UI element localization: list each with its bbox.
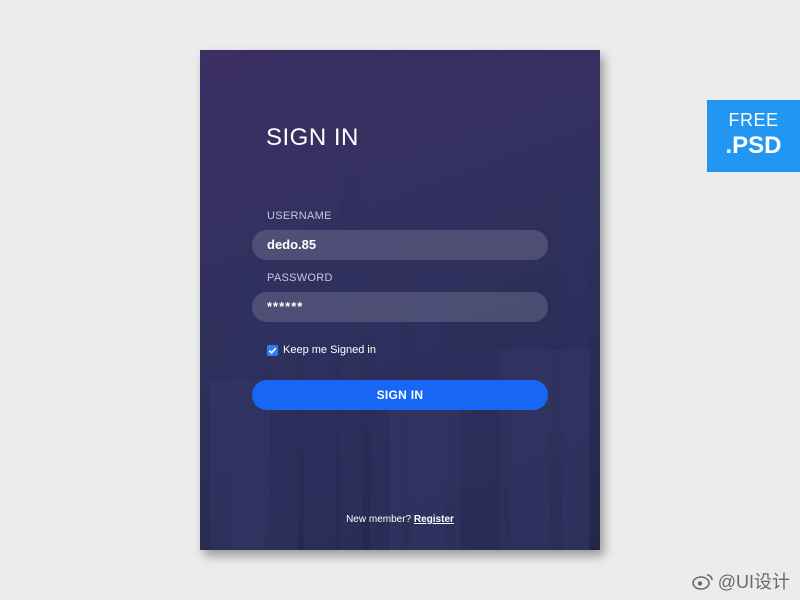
- keep-signed-in-checkbox[interactable]: [267, 344, 278, 356]
- badge-line-free: FREE: [728, 110, 779, 130]
- new-member-text: New member?: [346, 514, 412, 525]
- sign-in-button[interactable]: SIGN IN: [252, 380, 548, 410]
- keep-signed-in-label: Keep me Signed in: [283, 344, 376, 356]
- checkmark-icon: [268, 347, 277, 354]
- password-label: PASSWORD: [267, 272, 333, 284]
- username-input[interactable]: dedo.85: [252, 230, 548, 260]
- page-title: SIGN IN: [266, 124, 359, 151]
- weibo-icon: [691, 574, 713, 590]
- register-link[interactable]: Register: [414, 514, 454, 525]
- footer-register: New member? Register: [200, 514, 600, 525]
- weibo-watermark: @UI设计: [691, 568, 790, 594]
- keep-signed-in-row[interactable]: Keep me Signed in: [267, 344, 376, 356]
- badge-line-psd: .PSD: [725, 132, 782, 159]
- username-label: USERNAME: [267, 210, 332, 222]
- free-psd-badge: FREE .PSD: [707, 100, 800, 172]
- password-input[interactable]: ******: [252, 292, 548, 322]
- signin-card: SIGN IN USERNAME dedo.85 PASSWORD ******…: [200, 50, 600, 550]
- watermark-text: @UI设计: [717, 572, 790, 592]
